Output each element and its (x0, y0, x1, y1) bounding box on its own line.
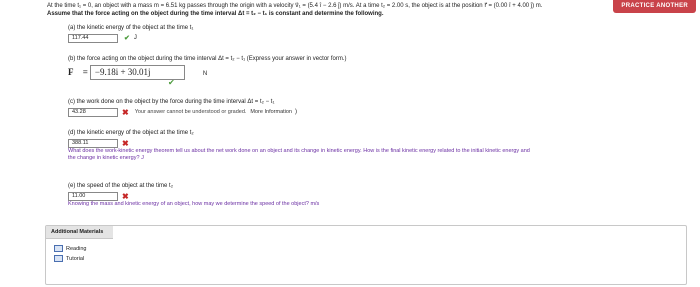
part-a-unit: J (133, 35, 137, 41)
book-icon (54, 245, 63, 252)
part-e-answer-input[interactable]: 11.00 (68, 192, 118, 201)
incorrect-cross-icon: ✖ (122, 192, 129, 201)
tutorial-link[interactable]: Tutorial (54, 255, 686, 262)
reading-link[interactable]: Reading (54, 245, 686, 252)
part-e: (e) the speed of the object at the time … (68, 183, 319, 208)
part-a-answer-input[interactable]: 117.44 (68, 34, 118, 43)
tutorial-label: Tutorial (66, 255, 85, 262)
correct-check-icon: ✔ (124, 35, 130, 42)
part-a: (a) the kinetic energy of the object at … (68, 25, 193, 43)
correct-check-icon: ✔ (168, 78, 175, 87)
part-c: (c) the work done on the object by the f… (68, 99, 297, 117)
more-information-mark: ) (295, 109, 297, 115)
problem-line-1: At the time t₁ = 0, an object with a mas… (47, 3, 543, 9)
incorrect-cross-icon: ✖ (122, 108, 129, 117)
part-b: (b) the force acting on the object durin… (68, 56, 346, 80)
more-information-link[interactable]: More Information (250, 109, 292, 116)
additional-materials-panel: Additional Materials Reading Tutorial (45, 225, 687, 285)
tutorial-icon (54, 255, 63, 262)
part-d: (d) the kinetic energy of the object at … (68, 130, 530, 162)
part-d-answer-input[interactable]: 388.11 (68, 139, 118, 148)
part-b-label: (b) the force acting on the object durin… (68, 56, 347, 62)
part-a-label: (a) the kinetic energy of the object at … (68, 25, 194, 31)
part-d-hint-line-2: the change in kinetic energy? J (68, 155, 144, 161)
additional-materials-title: Additional Materials (46, 226, 113, 239)
force-vector-label: F⃗ = (68, 67, 88, 77)
part-c-answer-input[interactable]: 43.28 (68, 108, 118, 117)
part-e-label: (e) the speed of the object at the time … (68, 183, 174, 189)
part-e-hint: Knowing the mass and kinetic energy of a… (68, 201, 320, 207)
incorrect-cross-icon: ✖ (122, 139, 129, 148)
problem-line-2: Assume that the force acting on the obje… (47, 10, 384, 17)
part-c-label: (c) the work done on the object by the f… (68, 99, 275, 105)
part-d-label: (d) the kinetic energy of the object at … (68, 130, 194, 136)
reading-label: Reading (66, 245, 87, 252)
part-d-hint-line-1: What does the work-kinetic energy theore… (68, 148, 530, 154)
part-c-feedback: Your answer cannot be understood or grad… (134, 109, 247, 115)
problem-statement: At the time t₁ = 0, an object with a mas… (47, 3, 687, 18)
part-b-unit: N (202, 70, 208, 77)
